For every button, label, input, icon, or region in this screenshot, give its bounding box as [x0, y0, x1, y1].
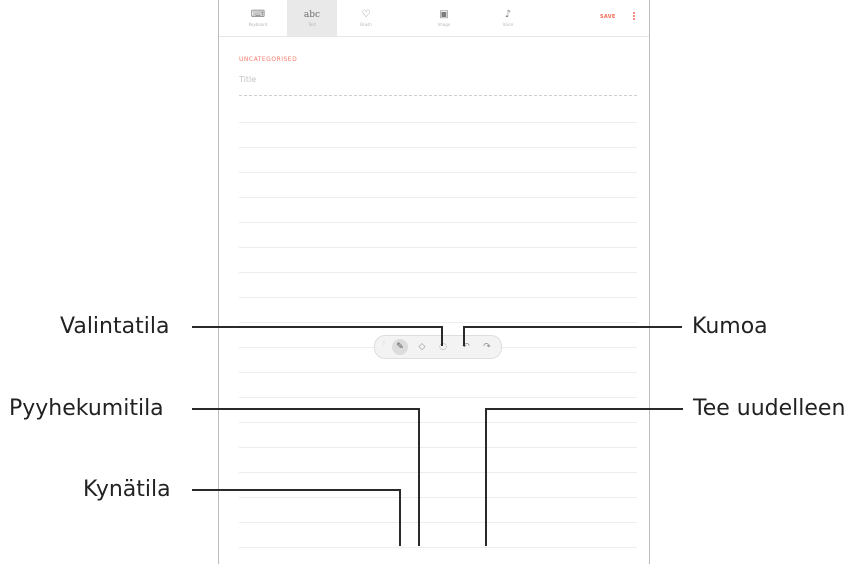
selection-mode-button[interactable]: ◌: [435, 339, 451, 355]
redo-icon: ↷: [483, 342, 491, 352]
ruled-line: [239, 147, 637, 148]
callout-redo-label: Tee uudelleen: [693, 396, 846, 421]
callout-redo-line: [485, 408, 683, 410]
ruled-line: [239, 222, 637, 223]
title-input[interactable]: Title: [239, 75, 256, 84]
category-label[interactable]: UNCATEGORISED: [239, 56, 297, 63]
keyboard-icon: ⌨: [250, 8, 266, 20]
ruled-line: [239, 447, 637, 448]
more-vertical-icon[interactable]: [632, 12, 636, 21]
callout-undo-label: Kumoa: [692, 314, 768, 339]
ruled-line: [239, 297, 637, 298]
save-button[interactable]: SAVE: [600, 14, 616, 20]
ruled-line: [239, 247, 637, 248]
pen-toolbar: ⁝ ✎ ◇ ◌ ↶ ↷: [374, 335, 502, 359]
ruled-line: [239, 422, 637, 423]
pen-mode-button[interactable]: ✎: [392, 339, 408, 355]
callout-pen-label: Kynätila: [83, 477, 171, 502]
callout-pen-line: [192, 489, 401, 491]
ruled-line: [239, 197, 637, 198]
tab-text[interactable]: abc Text: [287, 0, 337, 36]
image-icon: ▣: [439, 8, 449, 20]
tab-image-label: Image: [437, 21, 451, 27]
tab-voice-label: Voice: [502, 21, 514, 27]
tab-keyboard[interactable]: ⌨ Keyboard: [233, 0, 283, 36]
tab-keyboard-label: Keyboard: [248, 21, 268, 27]
drag-handle-icon[interactable]: ⁝: [383, 341, 385, 347]
callout-selection-line: [441, 326, 443, 346]
ruled-line: [239, 472, 637, 473]
ruled-line: [239, 522, 637, 523]
callout-eraser-line: [418, 408, 420, 546]
ruled-line: [239, 272, 637, 273]
tab-brush-label: Brush: [360, 21, 372, 27]
tab-image[interactable]: ▣ Image: [419, 0, 469, 36]
ruled-line: [239, 322, 637, 323]
callout-undo-line: [463, 326, 465, 346]
ruled-line: [239, 497, 637, 498]
callout-undo-line: [463, 326, 682, 328]
callout-pen-line: [399, 489, 401, 546]
tab-brush[interactable]: ♡ Brush: [341, 0, 391, 36]
editor-toolbar: ⌨ Keyboard abc Text ♡ Brush ▣ Image ♪ Vo…: [219, 0, 649, 37]
text-icon: abc: [303, 9, 321, 20]
pen-icon: ✎: [396, 342, 404, 352]
ruled-line: [239, 122, 637, 123]
callout-redo-line: [485, 408, 487, 546]
ruled-line: [239, 372, 637, 373]
callout-selection-line: [192, 326, 443, 328]
mic-icon: ♪: [504, 8, 512, 20]
redo-button[interactable]: ↷: [479, 339, 495, 355]
undo-button[interactable]: ↶: [458, 339, 474, 355]
callout-eraser-line: [192, 408, 420, 410]
ruled-line: [239, 547, 637, 548]
eraser-mode-button[interactable]: ◇: [414, 339, 430, 355]
ruled-line: [239, 172, 637, 173]
title-divider: [239, 95, 637, 96]
callout-eraser-label: Pyyhekumitila: [9, 396, 164, 421]
ruled-line: [239, 397, 637, 398]
brush-icon: ♡: [361, 8, 371, 20]
tab-text-label: Text: [307, 21, 317, 27]
callout-selection-label: Valintatila: [60, 314, 170, 339]
note-editor-screen: ⌨ Keyboard abc Text ♡ Brush ▣ Image ♪ Vo…: [218, 0, 650, 564]
tab-voice[interactable]: ♪ Voice: [483, 0, 533, 36]
eraser-icon: ◇: [418, 342, 426, 352]
